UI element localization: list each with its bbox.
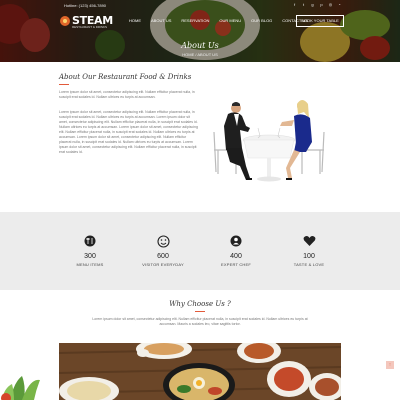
why-title: Why Choose Us ? bbox=[169, 300, 231, 308]
site-logo[interactable]: STEAM RESTAURANT & DRINKS bbox=[60, 13, 113, 29]
page: Hotline: (123) 456-7890 f t g p ◎ ◔ STEA… bbox=[0, 0, 400, 400]
stat-number: 400 bbox=[230, 253, 242, 260]
top-bar: Hotline: (123) 456-7890 f t g p ◎ ◔ bbox=[0, 2, 400, 10]
about-paragraph-1: Lorem ipsum dolor sit amet, consectetur … bbox=[59, 90, 195, 99]
instagram-icon[interactable]: ◎ bbox=[328, 2, 333, 7]
smile-icon bbox=[156, 234, 170, 248]
social-links: f t g p ◎ ◔ bbox=[292, 2, 342, 7]
book-table-button[interactable]: BOOK YOUR TABLE bbox=[296, 15, 344, 27]
stat-label: VISITOR EVERYDAY bbox=[142, 262, 184, 267]
scroll-to-top-button[interactable]: ↑ bbox=[386, 361, 394, 369]
nav-home[interactable]: HOME bbox=[124, 18, 146, 24]
utensils-icon bbox=[83, 234, 97, 248]
chef-icon bbox=[229, 234, 243, 248]
about-section: About Our Restaurant Food & Drinks Lorem… bbox=[0, 62, 400, 212]
stat-menu-items: 300 MENU ITEMS bbox=[60, 234, 120, 267]
stat-label: TASTE & LOVE bbox=[293, 262, 325, 267]
stats-section: 300 MENU ITEMS 600 VISITOR EVERYDAY 400 … bbox=[0, 212, 400, 290]
stat-visitors: 600 VISITOR EVERYDAY bbox=[133, 234, 193, 267]
nav-reservation[interactable]: RESERVATION bbox=[176, 18, 214, 24]
page-title: About Us bbox=[181, 41, 219, 50]
nav-about-us[interactable]: ABOUT US bbox=[146, 18, 176, 24]
about-title: About Our Restaurant Food & Drinks bbox=[59, 73, 192, 81]
stat-number: 100 bbox=[303, 253, 315, 260]
main-nav: HOME ABOUT US RESERVATION OUR MENU OUR B… bbox=[124, 18, 313, 24]
title-underline bbox=[59, 84, 69, 85]
about-paragraph-2: Lorem ipsum dolor sit amet, consectetur … bbox=[59, 110, 198, 154]
korean-food-photo bbox=[59, 343, 341, 400]
breadcrumb: HOME / ABOUT US bbox=[182, 52, 218, 57]
stat-number: 600 bbox=[157, 253, 169, 260]
logo-tagline: RESTAURANT & DRINKS bbox=[72, 25, 108, 29]
google-plus-icon[interactable]: g bbox=[310, 2, 315, 7]
facebook-icon[interactable]: f bbox=[292, 2, 297, 7]
rss-icon[interactable]: ◔ bbox=[337, 2, 342, 7]
logo-mark-icon bbox=[60, 16, 70, 26]
stat-taste-love: 100 TASTE & LOVE bbox=[279, 234, 339, 267]
nav-our-blog[interactable]: OUR BLOG bbox=[246, 18, 277, 24]
nav-our-menu[interactable]: OUR MENU bbox=[214, 18, 246, 24]
phone-number: Hotline: (123) 456-7890 bbox=[64, 3, 107, 8]
stat-label: MENU ITEMS bbox=[76, 262, 104, 267]
hero-banner: Hotline: (123) 456-7890 f t g p ◎ ◔ STEA… bbox=[0, 0, 400, 62]
why-choose-us-section: Why Choose Us ? Lorem ipsum dolor sit am… bbox=[0, 290, 400, 400]
twitter-icon[interactable]: t bbox=[301, 2, 306, 7]
stat-expert-chef: 400 EXPERT CHEF bbox=[206, 234, 266, 267]
salad-greens-photo bbox=[1, 376, 40, 400]
why-text: Lorem ipsum dolor sit amet, consectetur … bbox=[92, 317, 308, 326]
stat-number: 300 bbox=[84, 253, 96, 260]
couple-dining-illustration bbox=[213, 100, 325, 182]
title-underline bbox=[195, 311, 205, 312]
pinterest-icon[interactable]: p bbox=[319, 2, 324, 7]
stat-label: EXPERT CHEF bbox=[220, 262, 252, 267]
heart-icon bbox=[302, 234, 316, 248]
